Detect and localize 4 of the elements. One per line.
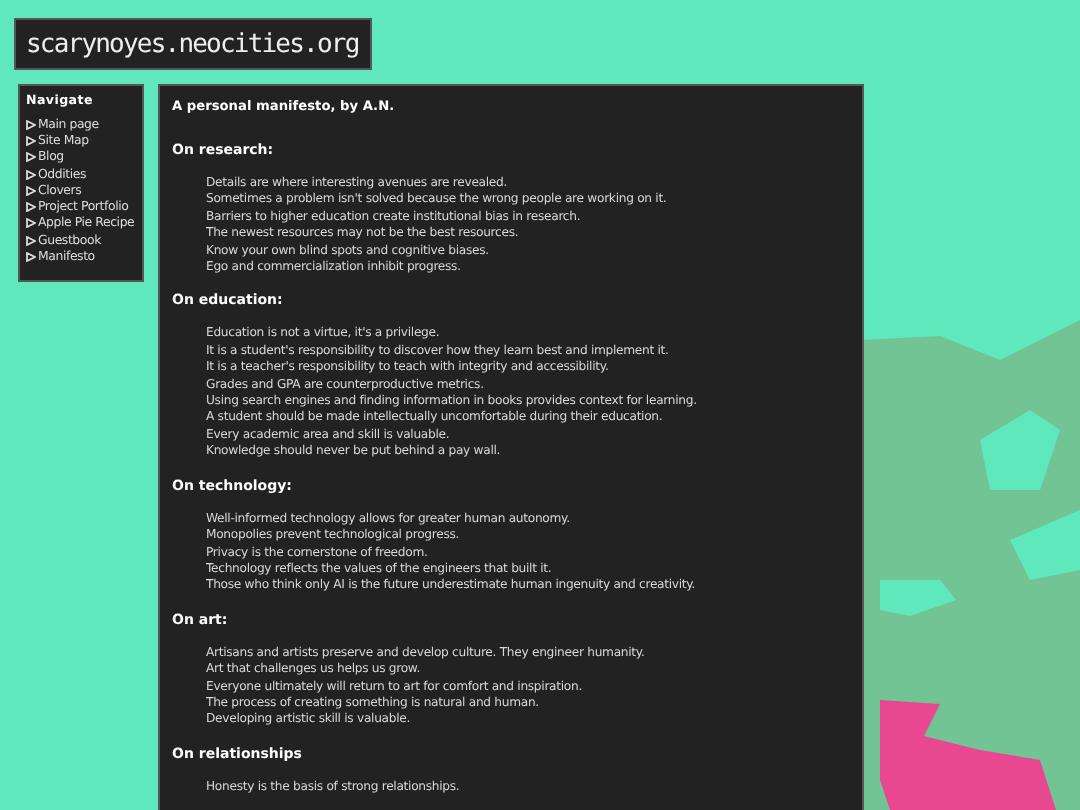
terrain-patch [980,410,1060,490]
site-title: scarynoyes.neocities.org [14,18,373,70]
terrain-patch [880,580,956,616]
terrain-patch [1010,510,1080,580]
